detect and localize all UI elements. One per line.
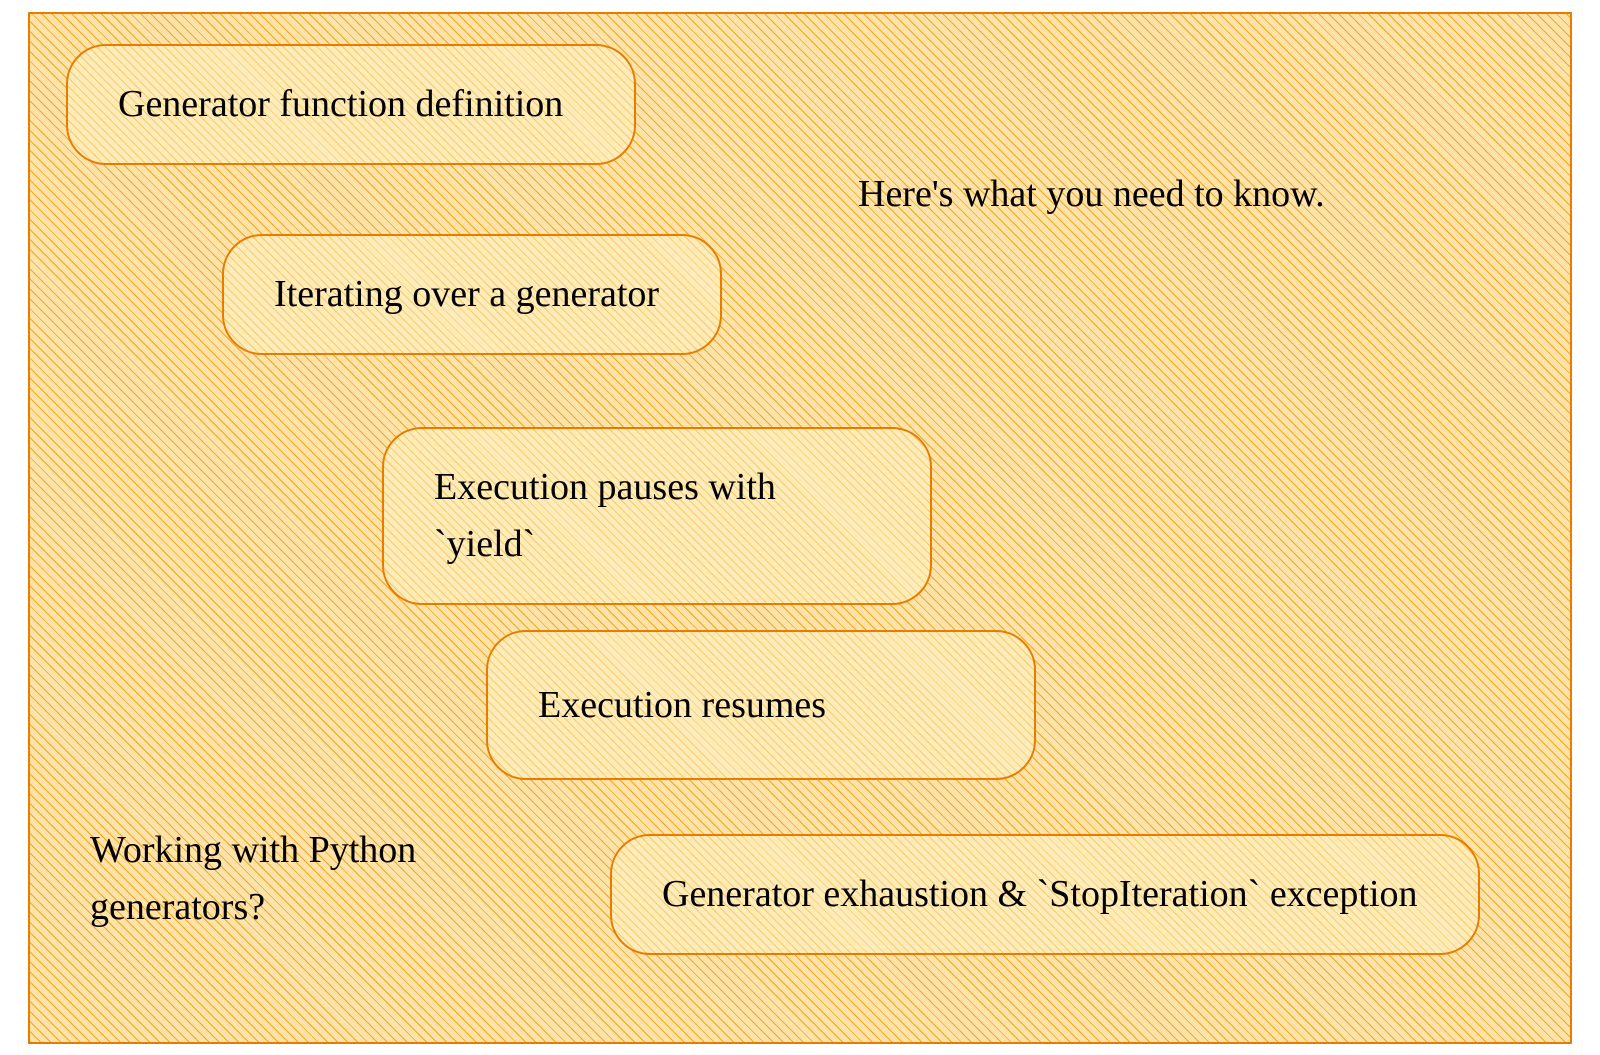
step-label: Execution resumes bbox=[538, 677, 826, 734]
step-label: Execution pauses with `yield` bbox=[434, 466, 776, 565]
step-label: Generator function definition bbox=[118, 83, 563, 125]
step-generator-exhaustion: Generator exhaustion & `StopIteration` e… bbox=[610, 834, 1480, 955]
diagram-container: Generator function definition Iterating … bbox=[28, 12, 1572, 1044]
step-generator-function-definition: Generator function definition bbox=[66, 44, 636, 165]
annotation-bottom-left: Working with Python generators? bbox=[90, 822, 590, 936]
step-execution-resumes: Execution resumes bbox=[486, 630, 1036, 780]
step-label: Iterating over a generator bbox=[274, 273, 659, 315]
step-label: Generator exhaustion & `StopIteration` e… bbox=[662, 873, 1418, 915]
step-iterating-over-generator: Iterating over a generator bbox=[222, 234, 722, 355]
annotation-top-right: Here's what you need to know. bbox=[858, 166, 1438, 223]
annotation-text: Working with Python generators? bbox=[90, 829, 416, 928]
step-execution-pauses-yield: Execution pauses with `yield` bbox=[382, 427, 932, 605]
annotation-text: Here's what you need to know. bbox=[858, 173, 1325, 215]
